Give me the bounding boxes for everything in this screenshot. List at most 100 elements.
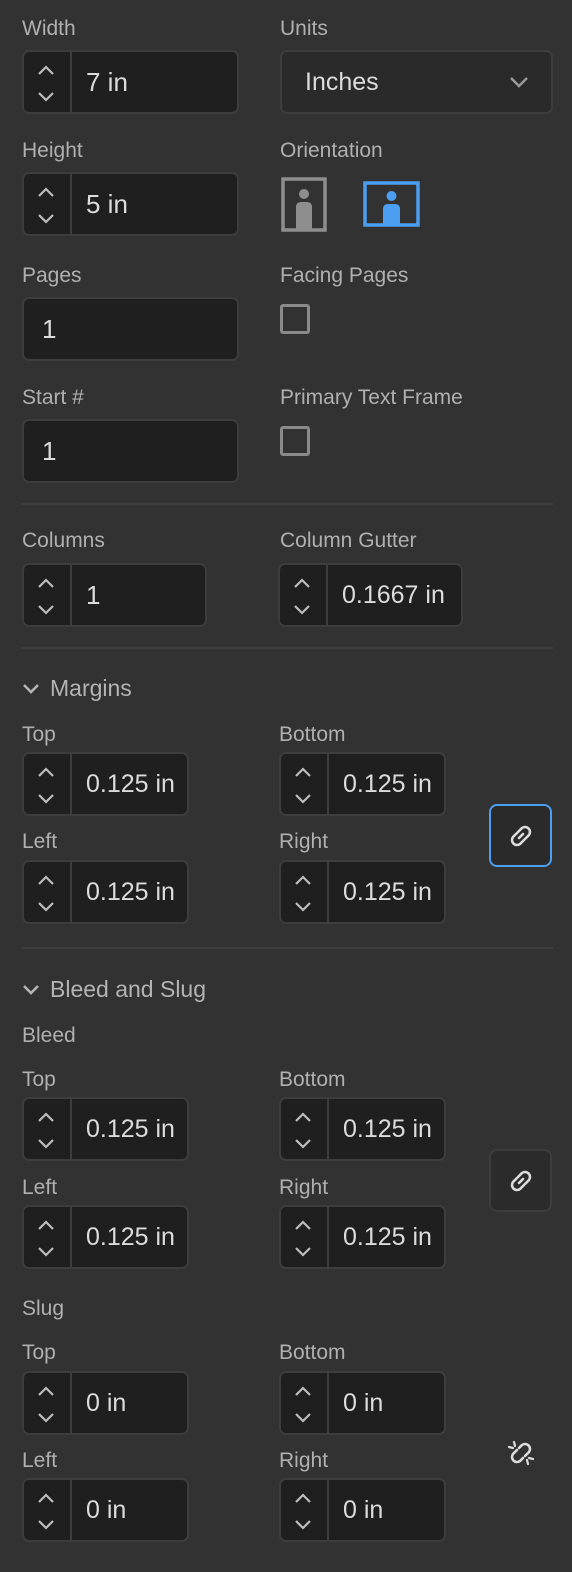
- bleed-left-field[interactable]: 0.125 in: [22, 1205, 189, 1269]
- up-down-arrows-icon: [295, 875, 311, 912]
- landscape-orientation-icon[interactable]: [363, 181, 420, 227]
- margin-top-stepper[interactable]: [24, 754, 72, 814]
- column-gutter-stepper[interactable]: [280, 565, 328, 625]
- margin-bottom-value[interactable]: 0.125 in: [343, 754, 432, 814]
- bleed-bottom-value[interactable]: 0.125 in: [343, 1099, 432, 1159]
- up-down-arrows-icon: [38, 1220, 54, 1257]
- bleed-right-field[interactable]: 0.125 in: [279, 1205, 446, 1269]
- bleed-top-stepper[interactable]: [24, 1099, 72, 1159]
- pages-field[interactable]: 1: [22, 297, 239, 361]
- up-down-arrows-icon: [295, 1220, 311, 1257]
- up-down-arrows-icon: [294, 578, 310, 615]
- height-value[interactable]: 5 in: [86, 174, 128, 234]
- margin-left-field[interactable]: 0.125 in: [22, 860, 189, 924]
- margin-top-field[interactable]: 0.125 in: [22, 752, 189, 816]
- slug-bottom-field[interactable]: 0 in: [279, 1371, 446, 1435]
- portrait-orientation-icon[interactable]: [281, 177, 327, 232]
- column-gutter-label: Column Gutter: [280, 529, 417, 552]
- bleed-top-label: Top: [22, 1068, 56, 1091]
- divider: [22, 503, 553, 505]
- chevron-down-icon: [510, 77, 528, 88]
- margin-bottom-stepper[interactable]: [281, 754, 329, 814]
- slug-label: Slug: [22, 1297, 65, 1320]
- height-stepper[interactable]: [24, 174, 72, 234]
- height-field[interactable]: 5 in: [22, 172, 239, 236]
- bleed-right-value[interactable]: 0.125 in: [343, 1207, 432, 1267]
- start-number-value[interactable]: 1: [42, 421, 56, 481]
- margin-left-value[interactable]: 0.125 in: [86, 862, 175, 922]
- up-down-arrows-icon: [38, 875, 54, 912]
- columns-stepper[interactable]: [24, 565, 72, 625]
- bleed-link-button[interactable]: [489, 1149, 552, 1212]
- slug-left-field[interactable]: 0 in: [22, 1478, 189, 1542]
- units-label: Units: [280, 17, 328, 40]
- units-dropdown[interactable]: Inches: [280, 50, 553, 114]
- unlink-icon[interactable]: [505, 1437, 537, 1469]
- width-stepper[interactable]: [24, 52, 72, 112]
- up-down-arrows-icon: [38, 767, 54, 804]
- facing-pages-label: Facing Pages: [280, 264, 409, 287]
- slug-top-stepper[interactable]: [24, 1373, 72, 1433]
- up-down-arrows-icon: [38, 187, 54, 224]
- up-down-arrows-icon: [295, 1493, 311, 1530]
- bleed-right-stepper[interactable]: [281, 1207, 329, 1267]
- up-down-arrows-icon: [295, 767, 311, 804]
- margin-right-value[interactable]: 0.125 in: [343, 862, 432, 922]
- chevron-down-icon: [23, 683, 39, 694]
- column-gutter-field[interactable]: 0.1667 in: [278, 563, 463, 627]
- link-icon: [510, 825, 531, 846]
- slug-top-label: Top: [22, 1341, 56, 1364]
- column-gutter-value[interactable]: 0.1667 in: [342, 565, 445, 625]
- units-value: Inches: [305, 67, 379, 96]
- slug-top-field[interactable]: 0 in: [22, 1371, 189, 1435]
- margin-right-field[interactable]: 0.125 in: [279, 860, 446, 924]
- slug-bottom-label: Bottom: [279, 1341, 346, 1364]
- facing-pages-checkbox[interactable]: [280, 304, 310, 334]
- slug-bottom-value[interactable]: 0 in: [343, 1373, 383, 1433]
- bleed-label: Bleed: [22, 1024, 76, 1047]
- bleed-slug-section-toggle[interactable]: Bleed and Slug: [22, 976, 206, 1003]
- slug-left-value[interactable]: 0 in: [86, 1480, 126, 1540]
- pages-value[interactable]: 1: [42, 299, 56, 359]
- start-number-field[interactable]: 1: [22, 419, 239, 483]
- margins-link-button[interactable]: [489, 804, 552, 867]
- slug-left-stepper[interactable]: [24, 1480, 72, 1540]
- slug-right-stepper[interactable]: [281, 1480, 329, 1540]
- columns-label: Columns: [22, 529, 105, 552]
- bleed-top-field[interactable]: 0.125 in: [22, 1097, 189, 1161]
- primary-text-frame-checkbox[interactable]: [280, 426, 310, 456]
- bleed-bottom-field[interactable]: 0.125 in: [279, 1097, 446, 1161]
- up-down-arrows-icon: [38, 1386, 54, 1423]
- margin-right-label: Right: [279, 830, 329, 853]
- up-down-arrows-icon: [38, 1493, 54, 1530]
- slug-right-field[interactable]: 0 in: [279, 1478, 446, 1542]
- slug-right-value[interactable]: 0 in: [343, 1480, 383, 1540]
- divider: [22, 947, 553, 949]
- bleed-top-value[interactable]: 0.125 in: [86, 1099, 175, 1159]
- margin-left-stepper[interactable]: [24, 862, 72, 922]
- up-down-arrows-icon: [295, 1386, 311, 1423]
- margin-bottom-field[interactable]: 0.125 in: [279, 752, 446, 816]
- height-label: Height: [22, 139, 83, 162]
- margins-section-toggle[interactable]: Margins: [22, 675, 132, 702]
- columns-value[interactable]: 1: [86, 565, 100, 625]
- columns-field[interactable]: 1: [22, 563, 207, 627]
- bleed-slug-title: Bleed and Slug: [50, 976, 207, 1002]
- bleed-left-label: Left: [22, 1176, 58, 1199]
- start-number-label: Start #: [22, 386, 84, 409]
- margin-top-value[interactable]: 0.125 in: [86, 754, 175, 814]
- up-down-arrows-icon: [38, 65, 54, 102]
- bleed-bottom-stepper[interactable]: [281, 1099, 329, 1159]
- margins-title: Margins: [50, 675, 132, 701]
- width-field[interactable]: 7 in: [22, 50, 239, 114]
- up-down-arrows-icon: [38, 1112, 54, 1149]
- bleed-left-stepper[interactable]: [24, 1207, 72, 1267]
- link-icon: [510, 1170, 531, 1191]
- pages-label: Pages: [22, 264, 82, 287]
- slug-top-value[interactable]: 0 in: [86, 1373, 126, 1433]
- slug-bottom-stepper[interactable]: [281, 1373, 329, 1433]
- margin-right-stepper[interactable]: [281, 862, 329, 922]
- width-value[interactable]: 7 in: [86, 52, 128, 112]
- bleed-left-value[interactable]: 0.125 in: [86, 1207, 175, 1267]
- slug-right-label: Right: [279, 1449, 329, 1472]
